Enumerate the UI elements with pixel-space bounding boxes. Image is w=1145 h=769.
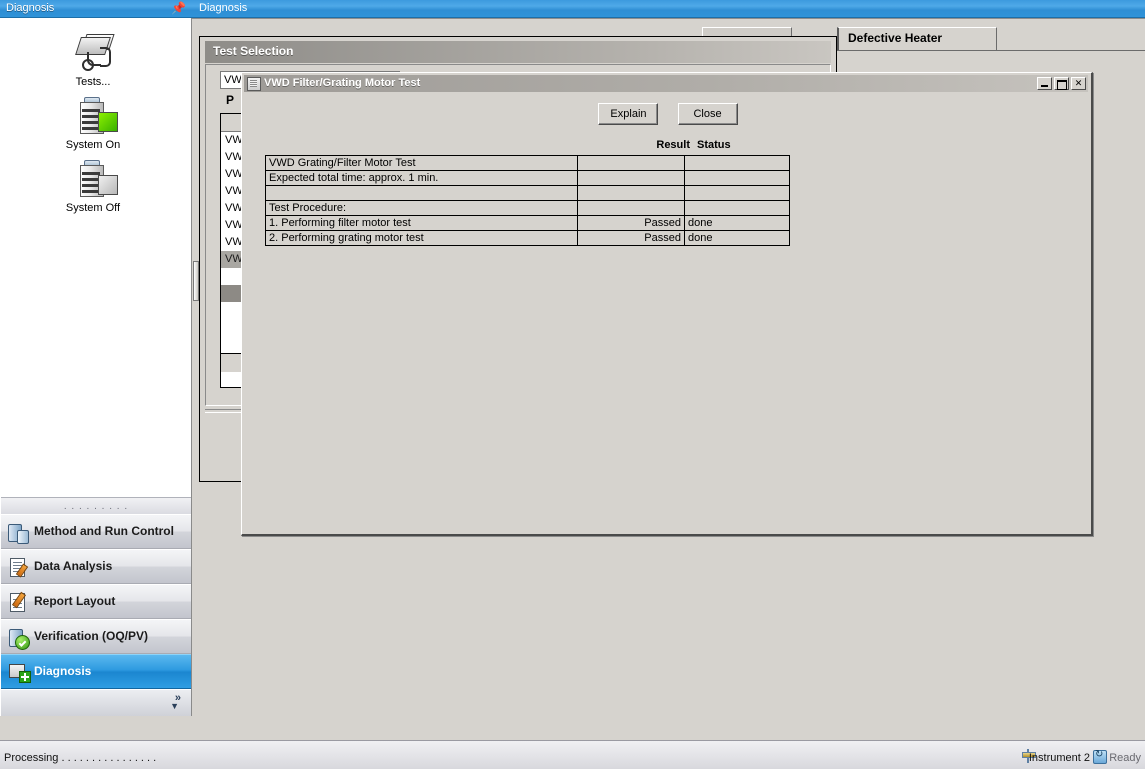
- system-on-icon: [70, 96, 118, 136]
- status-processing-text: Processing . . . . . . . . . . . . . . .…: [4, 752, 157, 764]
- cell-result: [577, 170, 685, 186]
- app-root: Diagnosis 📌 Tests... System On System Of…: [0, 0, 1145, 769]
- sidebar-item-verification-label: Verification (OQ/PV): [34, 629, 149, 643]
- sidebar-item-data-analysis-label: Data Analysis: [34, 559, 113, 573]
- cell-description: [265, 185, 578, 201]
- chevron-down-icon[interactable]: ▼: [170, 701, 179, 711]
- status-bar: Processing . . . . . . . . . . . . . . .…: [0, 740, 1145, 769]
- sidebar-item-method-and-run-control[interactable]: Method and Run Control: [1, 514, 191, 549]
- sidebar-item-data-analysis[interactable]: Data Analysis: [1, 549, 191, 584]
- nav-icon-system-off[interactable]: System Off: [33, 159, 153, 214]
- minimize-icon[interactable]: [1037, 77, 1052, 90]
- status-instrument-label[interactable]: Instrument 2: [1029, 752, 1090, 764]
- cell-description: 2. Performing grating motor test: [265, 230, 578, 246]
- cell-status: done: [684, 215, 790, 231]
- method-run-control-icon: [7, 522, 29, 544]
- cell-status: [684, 185, 790, 201]
- table-row: 2. Performing grating motor test Passed …: [265, 230, 790, 246]
- verification-icon: [7, 627, 30, 650]
- nav-panel-footer: » ▼: [1, 689, 191, 716]
- workspace-titlebar: Diagnosis: [192, 0, 1145, 18]
- explain-button[interactable]: Explain: [598, 103, 659, 125]
- ready-refresh-icon[interactable]: [1093, 749, 1107, 764]
- cell-result: [577, 185, 685, 201]
- test-selection-p-label: P: [226, 93, 235, 107]
- table-row: VWD Grating/Filter Motor Test: [265, 155, 790, 171]
- system-off-icon: [70, 159, 118, 199]
- navigation-panel: Diagnosis 📌 Tests... System On System Of…: [0, 0, 192, 716]
- nav-icon-system-on[interactable]: System On: [33, 96, 153, 151]
- nav-icon-area: Tests... System On System Off: [1, 19, 191, 497]
- workspace-title: Diagnosis: [199, 2, 248, 14]
- test-results-header: Result Status: [265, 139, 775, 155]
- maximize-icon[interactable]: [1054, 77, 1069, 90]
- sidebar-item-diagnosis[interactable]: Diagnosis: [1, 654, 191, 689]
- cell-status: [684, 200, 790, 216]
- cell-description: 1. Performing filter motor test: [265, 215, 578, 231]
- sidebar-item-method-and-run-control-label: Method and Run Control: [34, 524, 174, 538]
- dialog-titlebar[interactable]: VWD Filter/Grating Motor Test ✕: [244, 75, 1088, 92]
- table-row: [265, 185, 790, 201]
- cell-result: [577, 200, 685, 216]
- test-selection-caption: Test Selection: [205, 41, 831, 63]
- report-layout-icon: [7, 591, 29, 614]
- nav-panel-title: Diagnosis: [6, 2, 55, 14]
- tab-defective-heater[interactable]: Defective Heater: [837, 27, 997, 51]
- cell-status: done: [684, 230, 790, 246]
- nav-icon-tests-label: Tests...: [75, 76, 111, 88]
- nav-icon-system-off-label: System Off: [65, 202, 121, 214]
- cell-status: [684, 170, 790, 186]
- pin-icon[interactable]: 📌: [171, 2, 186, 14]
- vwd-motor-test-dialog: VWD Filter/Grating Motor Test ✕ Explain …: [241, 72, 1093, 536]
- nav-panel-titlebar: Diagnosis 📌: [0, 0, 192, 18]
- nav-icon-tests[interactable]: Tests...: [33, 33, 153, 88]
- sidebar-item-diagnosis-label: Diagnosis: [34, 664, 92, 678]
- cell-result: [577, 155, 685, 171]
- cell-result: Passed: [577, 215, 685, 231]
- column-header-status: Status: [697, 139, 731, 151]
- diagnosis-icon: [7, 662, 31, 684]
- data-analysis-icon: [7, 557, 29, 579]
- cell-status: [684, 155, 790, 171]
- table-row: Test Procedure:: [265, 200, 790, 216]
- cell-description: VWD Grating/Filter Motor Test: [265, 155, 578, 171]
- cell-description: Test Procedure:: [265, 200, 578, 216]
- table-row: Expected total time: approx. 1 min.: [265, 170, 790, 186]
- test-results-area: Result Status VWD Grating/Filter Motor T…: [265, 139, 790, 246]
- sidebar-item-verification[interactable]: Verification (OQ/PV): [1, 619, 191, 654]
- window-system-icon[interactable]: [247, 77, 261, 91]
- dialog-title: VWD Filter/Grating Motor Test: [264, 77, 421, 89]
- column-header-result: Result: [656, 139, 690, 151]
- close-icon[interactable]: ✕: [1071, 77, 1086, 90]
- nav-icon-system-on-label: System On: [65, 139, 121, 151]
- cell-result: Passed: [577, 230, 685, 246]
- dialog-button-row: Explain Close: [242, 103, 1094, 125]
- status-ready-label: Ready: [1109, 752, 1141, 764]
- tests-instrument-icon: [70, 33, 116, 73]
- close-button[interactable]: Close: [677, 103, 738, 125]
- nav-splitter-dots[interactable]: . . . . . . . . .: [1, 497, 191, 515]
- cell-description: Expected total time: approx. 1 min.: [265, 170, 578, 186]
- test-results-table: VWD Grating/Filter Motor Test Expected t…: [265, 155, 790, 246]
- sidebar-item-report-layout[interactable]: Report Layout: [1, 584, 191, 619]
- sidebar-item-report-layout-label: Report Layout: [34, 594, 116, 608]
- table-row: 1. Performing filter motor test Passed d…: [265, 215, 790, 231]
